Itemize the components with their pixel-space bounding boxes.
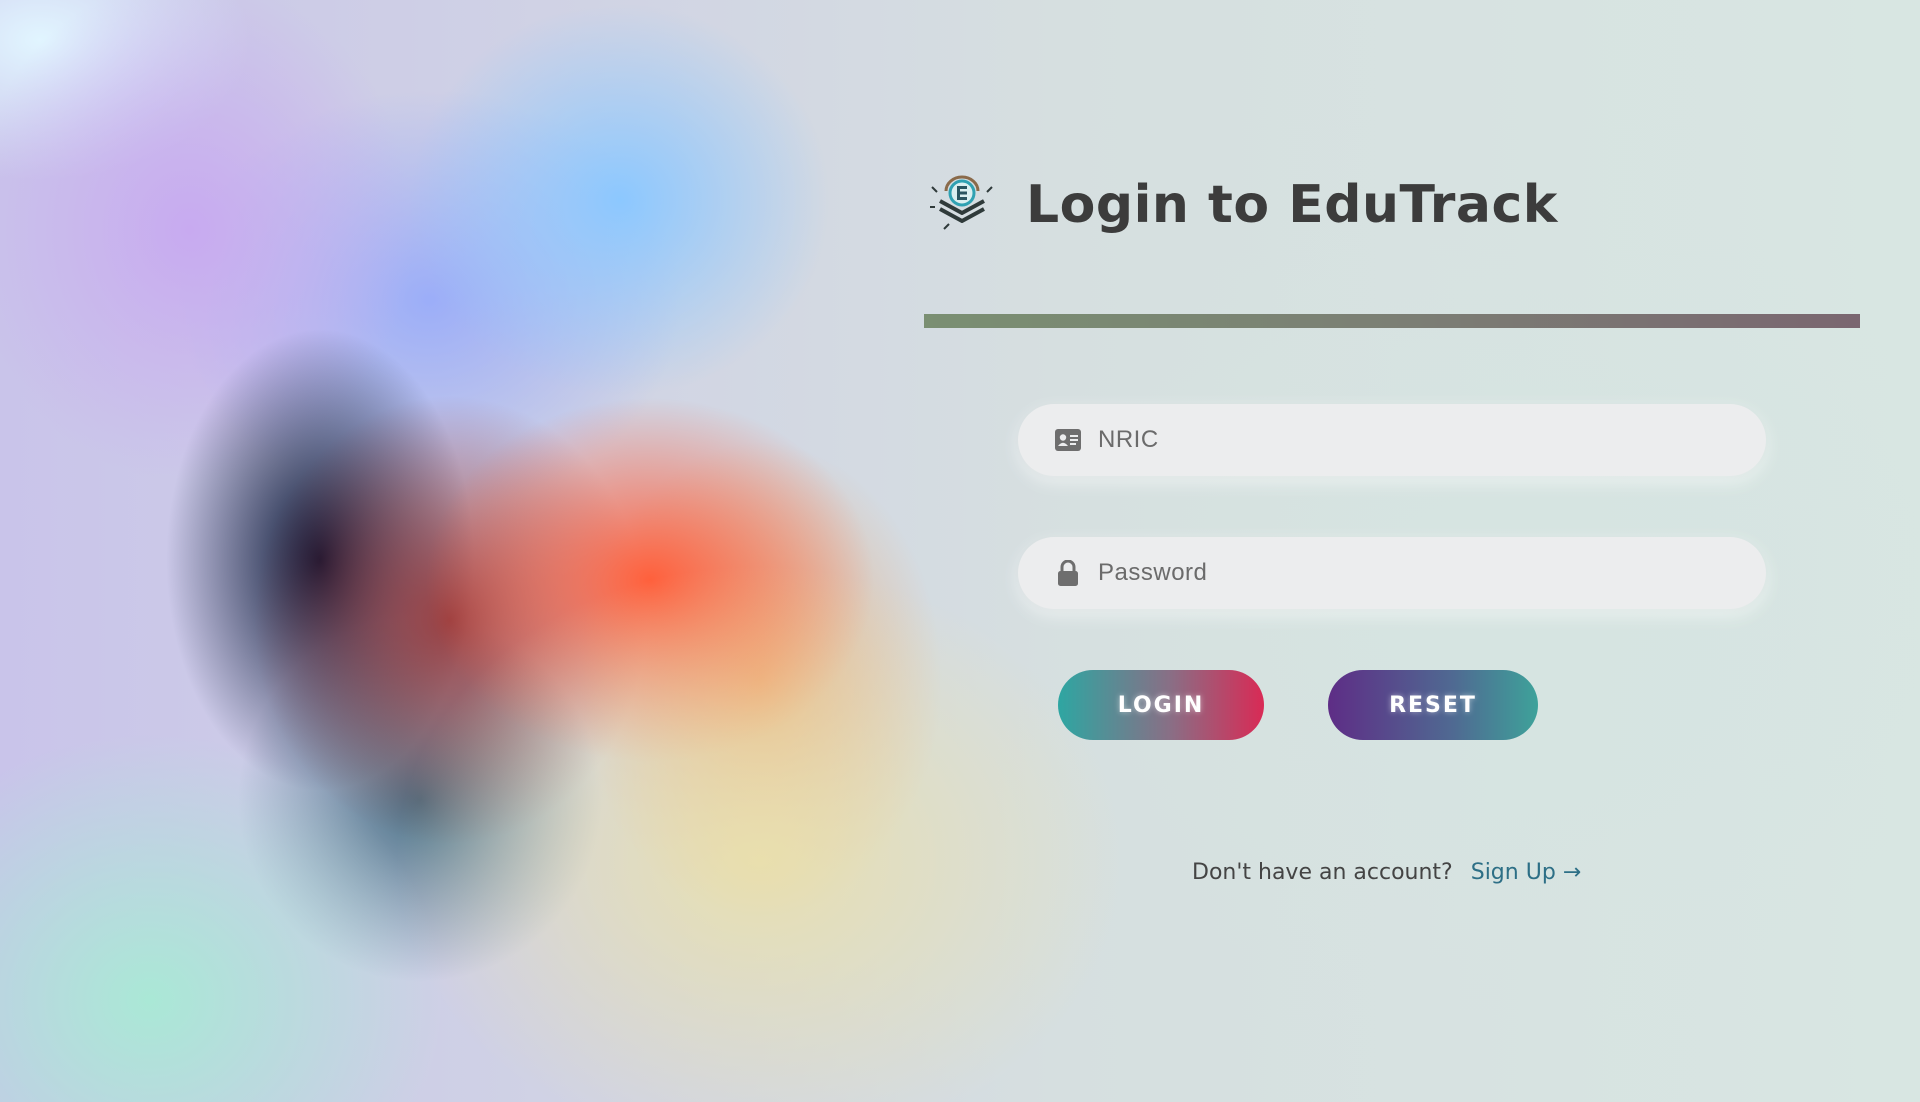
header-divider (924, 314, 1860, 328)
login-form (924, 404, 1860, 609)
nric-field-wrapper[interactable] (1018, 404, 1766, 476)
signup-link[interactable]: Sign Up → (1471, 860, 1581, 885)
id-card-icon (1054, 426, 1082, 454)
login-header: Login to EduTrack (924, 160, 1860, 250)
edutrack-logo-icon (924, 167, 1000, 243)
password-input[interactable] (1096, 558, 1720, 588)
login-panel: Login to EduTrack NRIC LOGIN RESET Don't… (924, 160, 1860, 885)
page-title: Login to EduTrack (1026, 175, 1558, 235)
login-button[interactable]: LOGIN (1058, 670, 1264, 740)
signup-prompt-row: Don't have an account? Sign Up → (924, 860, 1860, 885)
lock-icon (1054, 559, 1082, 587)
signup-prompt-text: Don't have an account? (1192, 860, 1453, 885)
reset-button[interactable]: RESET (1328, 670, 1538, 740)
action-buttons: LOGIN RESET (924, 670, 1860, 740)
nric-input[interactable] (1096, 425, 1720, 455)
password-field-wrapper[interactable] (1018, 537, 1766, 609)
